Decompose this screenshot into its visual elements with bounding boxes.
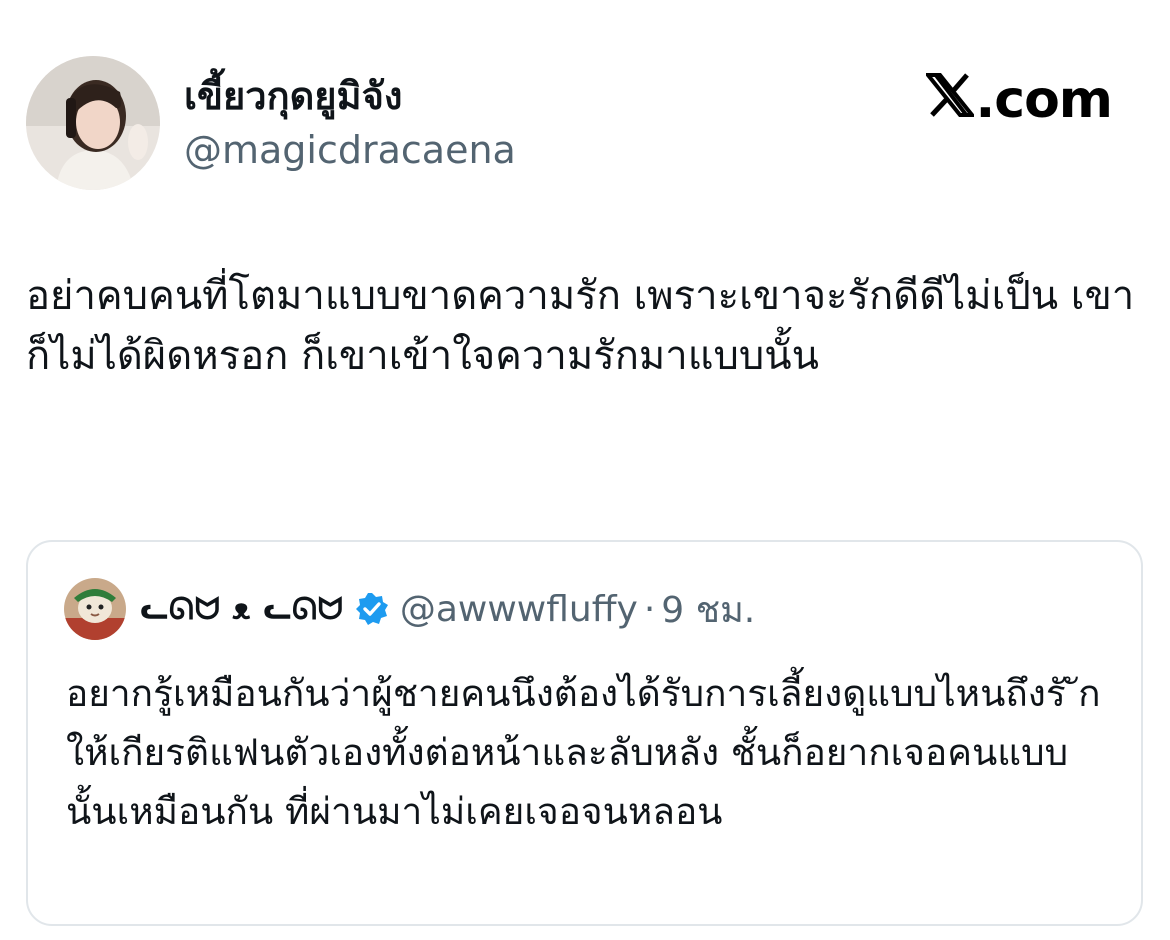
quoted-author-avatar[interactable] — [64, 578, 126, 640]
quoted-tweet-timestamp[interactable]: 9 ชม. — [661, 581, 755, 638]
author-names: เขี้ยวกุดยูมิจัง @magicdracaena — [184, 70, 516, 176]
quoted-tweet-body-text: อยากรู้เหมือนกันว่าผู้ชายคนนึงต้องได้รับ… — [66, 672, 1101, 833]
x-logo-icon — [923, 70, 976, 130]
quoted-author-handle[interactable]: @awwwfluffy — [400, 589, 638, 630]
quoted-tweet-card[interactable]: ᓚᘏᗢ ᴥ ᓚᘏᗢ @awwwfluffy · 9 ชม. อยากรู้เหม… — [26, 540, 1143, 926]
tweet-body-text: อย่าคบคนที่โตมาแบบขาดความรัก เพราะเขาจะร… — [26, 273, 1135, 379]
source-label: .com — [975, 70, 1113, 130]
quoted-tweet-header: ᓚᘏᗢ ᴥ ᓚᘏᗢ @awwwfluffy · 9 ชม. — [64, 578, 755, 640]
author-display-name[interactable]: เขี้ยวกุดยูมิจัง — [184, 70, 516, 122]
tweet-screenshot: เขี้ยวกุดยูมิจัง @magicdracaena .com อย่… — [0, 0, 1170, 940]
author-handle[interactable]: @magicdracaena — [184, 124, 516, 176]
source-watermark: .com — [923, 70, 1113, 130]
author-avatar[interactable] — [26, 56, 160, 190]
verified-badge-icon — [354, 591, 390, 627]
quoted-author-display-name[interactable]: ᓚᘏᗢ ᴥ ᓚᘏᗢ — [140, 592, 344, 627]
separator-dot: · — [643, 588, 656, 630]
tweet-header: เขี้ยวกุดยูมิจัง @magicdracaena — [26, 56, 516, 190]
